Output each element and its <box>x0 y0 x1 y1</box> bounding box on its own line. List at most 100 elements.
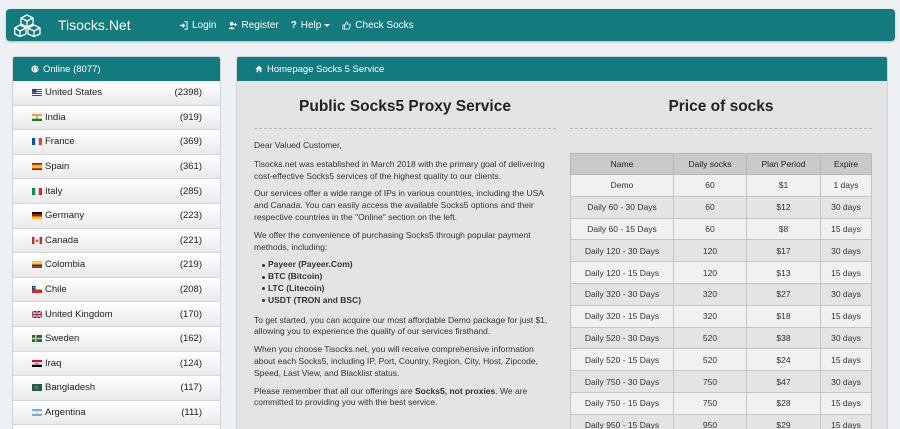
reminder-paragraph: Please remember that all our offerings a… <box>254 386 556 410</box>
price-table: Name Daily socks Plan Period Expire Demo… <box>570 153 872 429</box>
country-item-chile[interactable]: Chile (208) <box>13 277 220 303</box>
country-item-bangladesh[interactable]: Bangladesh (117) <box>13 376 220 401</box>
country-item-italy[interactable]: Italy (285) <box>13 179 220 204</box>
country-name: Italy <box>45 185 63 197</box>
plan-price: $38 <box>746 326 821 350</box>
country-name: Bangladesh <box>45 382 96 394</box>
greeting-text: Dear Valued Customer, <box>254 140 342 150</box>
main-header-label: Homepage Socks 5 Service <box>267 63 385 75</box>
country-name: United Kingdom <box>45 308 113 320</box>
country-count: (111) <box>181 407 202 419</box>
country-item-argentina[interactable]: Argentina (111) <box>13 400 220 426</box>
user-plus-icon <box>228 21 238 29</box>
table-row: Daily 520 - 30 Days 520 $38 30 days <box>570 326 872 350</box>
country-name: Chile <box>45 284 67 296</box>
question-icon: ? <box>290 19 297 31</box>
country-name: Colombia <box>45 259 86 271</box>
table-row: Daily 320 - 15 Days 320 $18 15 days <box>570 304 872 328</box>
nav-check-socks[interactable]: Check Socks <box>342 20 414 31</box>
reminder-prefix: Please remember that all our offerings a… <box>254 385 415 396</box>
country-count: (124) <box>179 357 202 369</box>
coverage-paragraph: Our services offer a wide range of IPs i… <box>254 188 544 222</box>
country-count: (285) <box>179 185 202 197</box>
es-flag-icon <box>32 163 42 171</box>
daily-socks: 60 <box>673 174 747 197</box>
country-count: (221) <box>179 234 202 246</box>
price-column: Price of socks Name Daily socks Plan Per… <box>570 89 872 429</box>
brand-name: Tisocks.Net <box>58 17 131 33</box>
co-flag-icon <box>32 261 42 269</box>
table-row: Daily 320 - 30 Days 320 $27 30 days <box>570 282 872 306</box>
country-count: (208) <box>179 284 202 296</box>
sidebar-header-label: Online (8077) <box>43 63 101 75</box>
plan-expire: 30 days <box>820 239 872 263</box>
daily-socks: 120 <box>673 261 747 284</box>
plan-expire: 30 days <box>820 370 872 393</box>
plan-expire: 15 days <box>820 391 872 415</box>
country-item-sweden[interactable]: Sweden (162) <box>13 326 220 352</box>
daily-socks: 520 <box>673 348 747 372</box>
plan-name: Daily 60 - 30 Days <box>570 195 674 219</box>
plan-price: $1 <box>746 174 821 197</box>
brand[interactable]: Tisocks.Net <box>14 13 179 37</box>
country-item-france[interactable]: France (369) <box>13 130 220 155</box>
country-count: (223) <box>179 210 202 222</box>
main-header: Homepage Socks 5 Service <box>237 57 887 81</box>
reminder-bold: Socks5, not proxies <box>414 385 496 396</box>
plan-expire: 30 days <box>820 195 872 219</box>
country-count: (170) <box>179 308 202 320</box>
plan-price: $17 <box>746 239 821 263</box>
payment-methods-list: Payeer (Payeer.Com) BTC (Bitcoin) LTC (L… <box>262 259 556 306</box>
nav-login[interactable]: Login <box>179 20 216 31</box>
price-table-header-row: Name Daily socks Plan Period Expire <box>570 153 872 175</box>
us-flag-icon <box>32 89 42 97</box>
country-item-india[interactable]: India (919) <box>13 105 220 131</box>
country-item-colombia[interactable]: Colombia (219) <box>13 253 220 278</box>
service-description: Dear Valued Customer, Tisocks.net was es… <box>254 140 556 409</box>
plan-name: Daily 750 - 30 Days <box>570 370 674 393</box>
fr-flag-icon <box>32 138 42 146</box>
country-name: Germany <box>45 210 85 222</box>
country-name: United States <box>45 87 103 99</box>
country-item-united-states[interactable]: United States (2398) <box>13 81 220 106</box>
plan-expire: 15 days <box>820 304 872 328</box>
country-count: (919) <box>179 111 202 123</box>
country-item-united-kingdom[interactable]: United Kingdom (170) <box>13 302 220 327</box>
nav-login-label: Login <box>192 19 217 31</box>
country-name: India <box>45 111 66 123</box>
service-title: Public Socks5 Proxy Service <box>254 89 556 129</box>
daily-socks: 60 <box>673 217 747 241</box>
globe-icon <box>31 65 39 73</box>
ar-flag-icon <box>32 409 42 417</box>
col-header-daily-socks: Daily socks <box>673 153 747 175</box>
payment-method-item: LTC (Litecoin) <box>262 283 556 295</box>
plan-price: $13 <box>746 261 821 284</box>
country-count: (219) <box>179 259 202 271</box>
gb-flag-icon <box>32 310 42 318</box>
payment-method-item: BTC (Bitcoin) <box>262 271 556 283</box>
country-item-spain[interactable]: Spain (361) <box>13 154 220 180</box>
payment-method-item: USDT (TRON and BSC) <box>262 295 556 307</box>
plan-price: $47 <box>746 370 821 393</box>
de-flag-icon <box>32 212 42 220</box>
nav-help-dropdown[interactable]: ? Help <box>291 20 331 31</box>
plan-price: $29 <box>746 413 821 429</box>
plan-name: Daily 520 - 30 Days <box>570 326 674 350</box>
country-item-iraq[interactable]: Iraq (124) <box>13 351 220 377</box>
table-row: Daily 60 - 15 Days 60 $8 15 days <box>570 217 872 241</box>
price-title: Price of socks <box>570 89 872 129</box>
table-row: Daily 120 - 15 Days 120 $13 15 days <box>570 261 872 284</box>
daily-socks: 320 <box>673 282 747 306</box>
plan-name: Daily 320 - 15 Days <box>570 304 674 328</box>
col-header-plan-period: Plan Period <box>746 153 821 175</box>
sidebar-header: Online (8077) <box>13 57 220 81</box>
nav-register[interactable]: Register <box>228 20 279 31</box>
country-item-canada[interactable]: Canada (221) <box>13 228 220 254</box>
sign-in-icon <box>179 20 188 30</box>
daily-socks: 60 <box>673 195 747 219</box>
details-paragraph: When you choose Tisocks.net, you will re… <box>254 344 538 378</box>
country-item-germany[interactable]: Germany (223) <box>13 203 220 229</box>
daily-socks: 750 <box>673 391 747 415</box>
service-info-column: Public Socks5 Proxy Service Dear Valued … <box>254 89 556 415</box>
chevron-down-icon <box>324 23 331 27</box>
